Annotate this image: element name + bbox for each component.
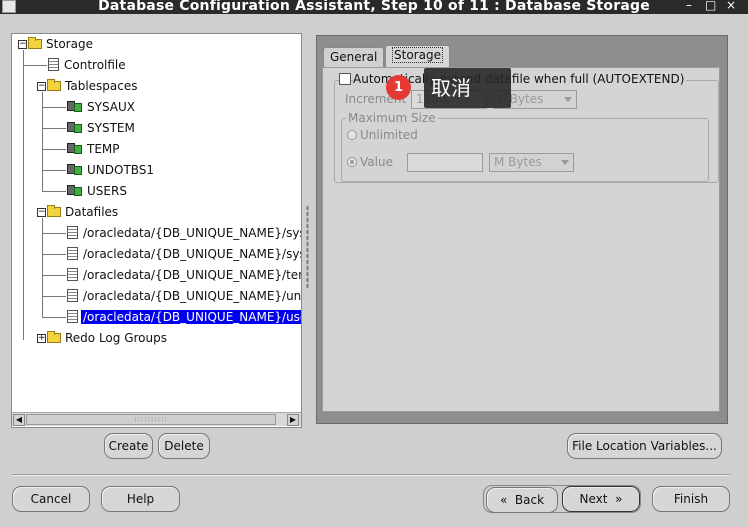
- unlimited-label: Unlimited: [360, 128, 418, 142]
- max-size-unit-select[interactable]: M Bytes: [489, 153, 574, 172]
- tree-line: [42, 170, 66, 171]
- folder-icon: [28, 37, 42, 49]
- storage-tree[interactable]: − Storage Controlfile − Tablespaces SYSA…: [11, 33, 302, 428]
- tablespace-icon: [67, 142, 83, 155]
- step-badge: 1: [386, 75, 411, 100]
- title-bar: Database Configuration Assistant, Step 1…: [0, 0, 748, 14]
- folder-icon: [47, 79, 61, 91]
- minimize-button[interactable]: –: [686, 0, 692, 12]
- tab-storage[interactable]: Storage: [385, 45, 450, 67]
- folder-icon: [47, 205, 61, 217]
- close-button[interactable]: ×: [726, 0, 736, 12]
- next-icon: »: [615, 492, 623, 506]
- document-icon: [67, 289, 78, 302]
- dropdown-arrow-icon: [561, 160, 569, 165]
- tab-general[interactable]: General: [323, 47, 385, 67]
- scroll-right-icon[interactable]: ▶: [287, 414, 299, 426]
- tree-node-controlfile[interactable]: Controlfile: [48, 57, 128, 73]
- tree-node-tablespace[interactable]: TEMP: [67, 141, 122, 157]
- finish-button[interactable]: Finish: [652, 486, 730, 512]
- dropdown-arrow-icon: [564, 97, 572, 102]
- tree-node-storage[interactable]: Storage: [28, 36, 95, 52]
- tablespace-icon: [67, 163, 83, 176]
- document-icon: [67, 268, 78, 281]
- autoextend-checkbox[interactable]: [339, 73, 351, 85]
- maximum-size-legend: Maximum Size: [346, 111, 438, 125]
- tree-node-redo-log-groups[interactable]: Redo Log Groups: [47, 330, 169, 346]
- unlimited-radio[interactable]: [347, 130, 357, 140]
- tree-node-tablespace[interactable]: SYSAUX: [67, 99, 137, 115]
- tree-node-tablespace[interactable]: SYSTEM: [67, 120, 137, 136]
- collapse-icon[interactable]: −: [37, 82, 46, 91]
- help-button[interactable]: Help: [101, 486, 180, 512]
- max-size-value-field[interactable]: [407, 153, 483, 172]
- document-icon: [67, 226, 78, 239]
- tree-node-tablespace[interactable]: UNDOTBS1: [67, 162, 156, 178]
- tree-node-datafile[interactable]: /oracledata/{DB_UNIQUE_NAME}/undotbs01.d…: [67, 288, 301, 304]
- create-button[interactable]: Create: [104, 433, 153, 459]
- tree-line: [23, 50, 24, 340]
- document-icon: [48, 58, 59, 71]
- tree-line: [42, 149, 66, 150]
- tablespace-icon: [67, 184, 83, 197]
- maximize-button[interactable]: □: [705, 0, 716, 12]
- split-pane-divider[interactable]: [306, 205, 309, 290]
- tree-line: [42, 296, 66, 297]
- next-button[interactable]: Next »: [562, 486, 640, 512]
- tree-line: [42, 233, 66, 234]
- tree-horizontal-scrollbar[interactable]: ◀ :::::::::: ▶: [12, 412, 301, 426]
- value-radio[interactable]: [347, 157, 357, 167]
- cancel-tooltip: 取消: [424, 68, 511, 108]
- tree-node-datafiles[interactable]: Datafiles: [47, 204, 120, 220]
- tree-line: [42, 275, 66, 276]
- document-icon: [67, 247, 78, 260]
- cancel-button[interactable]: Cancel: [12, 486, 90, 512]
- scroll-left-icon[interactable]: ◀: [13, 414, 25, 426]
- tree-line: [42, 107, 66, 108]
- delete-button[interactable]: Delete: [158, 433, 210, 459]
- expand-icon[interactable]: +: [37, 334, 46, 343]
- tree-line: [23, 65, 47, 66]
- tablespace-icon: [67, 121, 83, 134]
- scrollbar-thumb[interactable]: ::::::::::: [26, 414, 276, 425]
- separator: [12, 474, 730, 476]
- collapse-icon[interactable]: −: [37, 208, 46, 217]
- tree-node-tablespaces[interactable]: Tablespaces: [47, 78, 140, 94]
- back-icon: «: [499, 493, 508, 507]
- file-location-variables-button[interactable]: File Location Variables...: [567, 433, 722, 459]
- collapse-icon[interactable]: −: [18, 40, 27, 49]
- tree-line: [42, 254, 66, 255]
- window-title: Database Configuration Assistant, Step 1…: [98, 0, 650, 14]
- tree-line: [42, 128, 66, 129]
- tree-node-datafile[interactable]: /oracledata/{DB_UNIQUE_NAME}/temp01.dbf: [67, 267, 301, 283]
- tree-node-datafile-selected[interactable]: /oracledata/{DB_UNIQUE_NAME}/users01.dbf: [67, 309, 301, 325]
- document-icon: [67, 310, 78, 323]
- tablespace-icon: [67, 100, 83, 113]
- back-button[interactable]: « Back: [486, 487, 558, 513]
- tree-node-datafile[interactable]: /oracledata/{DB_UNIQUE_NAME}/sysaux01.db…: [67, 225, 301, 241]
- tree-node-tablespace[interactable]: USERS: [67, 183, 129, 199]
- value-label: Value: [360, 155, 393, 169]
- tree-line: [42, 317, 66, 318]
- tree-node-datafile[interactable]: /oracledata/{DB_UNIQUE_NAME}/system01.db…: [67, 246, 301, 262]
- tree-line: [42, 191, 66, 192]
- folder-icon: [47, 331, 61, 343]
